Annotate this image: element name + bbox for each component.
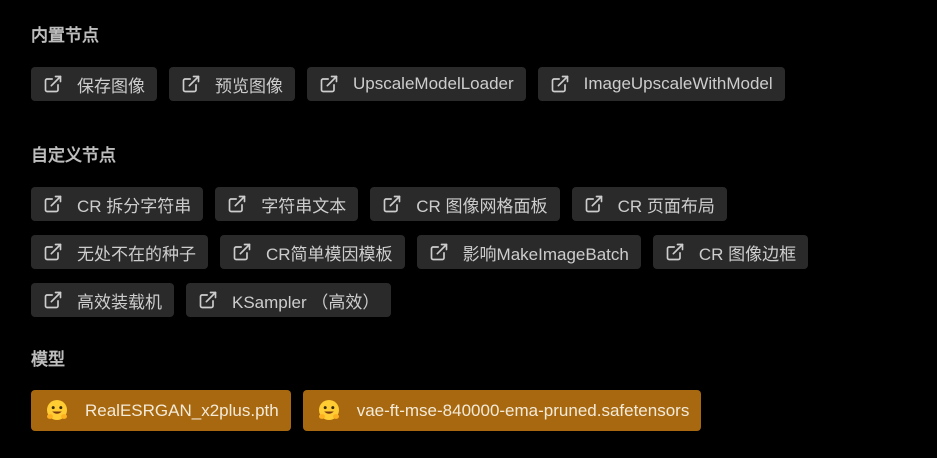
node-chip-cr-simple-meme-template[interactable]: CR简单模因模板 <box>220 235 405 269</box>
external-link-icon <box>43 290 63 310</box>
node-chip-label: UpscaleModelLoader <box>353 74 514 93</box>
node-chip-label: CR 图像网格面板 <box>416 196 548 216</box>
node-chip-label: 保存图像 <box>77 76 145 96</box>
node-chip-image-upscale-with-model[interactable]: ImageUpscaleWithModel <box>537 67 785 101</box>
external-link-icon <box>584 194 604 214</box>
node-chip-upscale-model-loader[interactable]: UpscaleModelLoader <box>307 67 526 101</box>
node-chip-impact-make-image-batch[interactable]: 影响MakeImageBatch <box>416 235 641 269</box>
models-section: 模型 RealESRGAN_x2plus.pth vae-ft-mse-8400… <box>31 349 702 431</box>
hugging-face-icon <box>44 398 70 424</box>
external-link-icon <box>382 194 402 214</box>
node-chip-label: ImageUpscaleWithModel <box>583 74 773 93</box>
hugging-face-icon <box>316 398 342 424</box>
node-chip-label: 高效装载机 <box>77 292 162 312</box>
custom-nodes-section: 自定义节点 CR 拆分字符串 字符串文本 CR 图像网格面板 CR 页面布局 无… <box>31 145 809 317</box>
node-chip-save-image[interactable]: 保存图像 <box>31 67 157 101</box>
external-link-icon <box>227 194 247 214</box>
models-title: 模型 <box>31 350 65 369</box>
node-chip-label: 无处不在的种子 <box>77 244 196 264</box>
external-link-icon <box>198 290 218 310</box>
external-link-icon <box>550 74 570 94</box>
external-link-icon <box>43 194 63 214</box>
external-link-icon <box>319 74 339 94</box>
custom-nodes-title: 自定义节点 <box>31 146 116 165</box>
node-chip-cr-image-grid-panel[interactable]: CR 图像网格面板 <box>370 187 560 221</box>
node-chip-label: 预览图像 <box>215 76 283 96</box>
model-chip-label: RealESRGAN_x2plus.pth <box>85 400 279 420</box>
builtin-nodes-section: 内置节点 保存图像 预览图像 UpscaleModelLoader ImageU… <box>31 25 785 101</box>
node-chip-cr-split-string[interactable]: CR 拆分字符串 <box>31 187 204 221</box>
external-link-icon <box>43 242 63 262</box>
external-link-icon <box>429 242 449 262</box>
node-chip-anywhere-seed[interactable]: 无处不在的种子 <box>31 235 208 269</box>
node-chip-string-text[interactable]: 字符串文本 <box>215 187 359 221</box>
builtin-nodes-title: 内置节点 <box>31 26 99 45</box>
node-chip-label: 影响MakeImageBatch <box>462 244 629 264</box>
node-chip-cr-page-layout[interactable]: CR 页面布局 <box>571 187 727 221</box>
external-link-icon <box>665 242 685 262</box>
node-chip-label: CR简单模因模板 <box>266 244 393 264</box>
node-chip-efficient-loader[interactable]: 高效装载机 <box>31 283 174 317</box>
node-chip-label: KSampler （高效） <box>232 292 380 312</box>
node-chip-label: CR 拆分字符串 <box>77 196 192 216</box>
node-chip-label: CR 页面布局 <box>617 196 715 216</box>
node-chip-preview-image[interactable]: 预览图像 <box>169 67 295 101</box>
node-chip-cr-image-border[interactable]: CR 图像边框 <box>652 235 809 269</box>
model-chip-vae-ft-mse[interactable]: vae-ft-mse-840000-ema-pruned.safetensors <box>302 390 702 431</box>
node-chip-label: 字符串文本 <box>261 196 347 216</box>
model-chip-realesrgan[interactable]: RealESRGAN_x2plus.pth <box>31 390 291 431</box>
node-chip-ksampler-efficient[interactable]: KSampler （高效） <box>186 283 392 317</box>
model-chip-label: vae-ft-mse-840000-ema-pruned.safetensors <box>356 400 690 420</box>
external-link-icon <box>43 74 63 94</box>
external-link-icon <box>181 74 201 94</box>
node-chip-label: CR 图像边框 <box>698 244 797 264</box>
external-link-icon <box>232 242 252 262</box>
